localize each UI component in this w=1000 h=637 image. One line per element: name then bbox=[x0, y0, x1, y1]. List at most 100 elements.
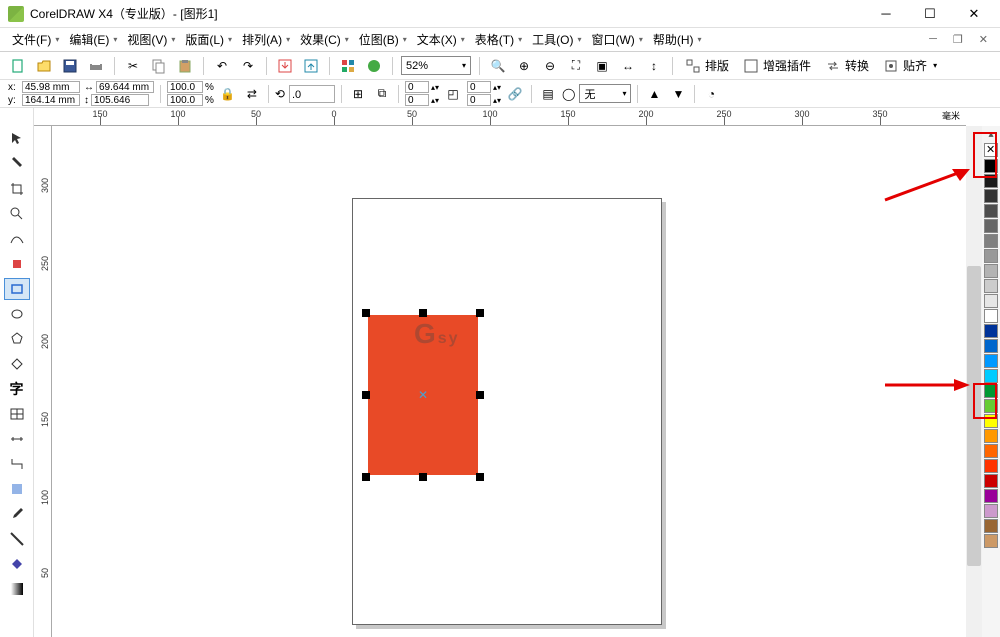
palette-scroll-up[interactable]: ▴ bbox=[982, 126, 1000, 142]
basic-shapes-tool[interactable] bbox=[4, 353, 30, 375]
menu-layout[interactable]: 版面(L)▾ bbox=[181, 29, 236, 50]
height-input[interactable]: 105.646 mm bbox=[91, 94, 149, 106]
snap-button[interactable]: 排版 bbox=[681, 57, 733, 74]
interactive-fill-tool[interactable] bbox=[4, 578, 30, 600]
connector-tool[interactable] bbox=[4, 453, 30, 475]
menu-window[interactable]: 窗口(W)▾ bbox=[587, 29, 646, 50]
x-input[interactable]: 45.98 mm bbox=[22, 81, 80, 93]
freehand-tool[interactable] bbox=[4, 228, 30, 250]
convert-button[interactable]: 转换 bbox=[821, 57, 873, 74]
window-close-button[interactable]: ✕ bbox=[952, 0, 996, 28]
menu-tools[interactable]: 工具(O)▾ bbox=[528, 29, 585, 50]
doc-restore-button[interactable]: ❐ bbox=[949, 33, 967, 46]
handle-middle-right[interactable] bbox=[476, 391, 484, 399]
lock-ratio-icon[interactable]: 🔒 bbox=[218, 84, 238, 104]
scale-x-input[interactable]: 100.0 bbox=[167, 81, 203, 93]
window-maximize-button[interactable]: ☐ bbox=[908, 0, 952, 28]
handle-top-middle[interactable] bbox=[419, 309, 427, 317]
corner-rows-input[interactable]: 0 bbox=[405, 94, 429, 106]
eyedropper-tool[interactable] bbox=[4, 503, 30, 525]
align-distribute-icon[interactable]: ⊞ bbox=[348, 84, 368, 104]
color-swatch-0[interactable] bbox=[984, 159, 998, 173]
color-swatch-23[interactable] bbox=[984, 504, 998, 518]
export-icon[interactable] bbox=[301, 56, 321, 76]
color-swatch-21[interactable] bbox=[984, 474, 998, 488]
color-swatch-10[interactable] bbox=[984, 309, 998, 323]
scale-y-input[interactable]: 100.0 bbox=[167, 94, 203, 106]
window-minimize-button[interactable]: ─ bbox=[864, 0, 908, 28]
paste-icon[interactable] bbox=[175, 56, 195, 76]
apps-icon[interactable] bbox=[338, 56, 358, 76]
corner-cols2-input[interactable]: 0 bbox=[467, 81, 491, 93]
rounded-lock-icon[interactable]: 🔗 bbox=[505, 84, 525, 104]
doc-minimize-button[interactable]: ─ bbox=[925, 33, 941, 46]
zoom-in-icon[interactable]: ⊕ bbox=[514, 56, 534, 76]
table-tool[interactable] bbox=[4, 403, 30, 425]
horizontal-ruler[interactable]: 15010050050100150200250300350 毫米 bbox=[34, 108, 966, 126]
zoom-height-icon[interactable]: ↕ bbox=[644, 56, 664, 76]
color-swatch-4[interactable] bbox=[984, 219, 998, 233]
color-swatch-15[interactable] bbox=[984, 384, 998, 398]
handle-middle-left[interactable] bbox=[362, 391, 370, 399]
rotation-input[interactable]: .0 bbox=[289, 85, 335, 103]
color-swatch-2[interactable] bbox=[984, 189, 998, 203]
zoom-width-icon[interactable]: ↔ bbox=[618, 56, 638, 76]
zoom-level-select[interactable]: 52%▾ bbox=[401, 56, 471, 75]
rectangle-tool[interactable] bbox=[4, 278, 30, 300]
vertical-scrollbar[interactable] bbox=[966, 126, 982, 637]
print-icon[interactable] bbox=[86, 56, 106, 76]
color-swatch-18[interactable] bbox=[984, 429, 998, 443]
convert-curves-icon[interactable]: ◔ bbox=[701, 84, 721, 104]
open-icon[interactable] bbox=[34, 56, 54, 76]
color-swatch-3[interactable] bbox=[984, 204, 998, 218]
corner-type-icon[interactable]: ◰ bbox=[443, 84, 463, 104]
handle-bottom-left[interactable] bbox=[362, 473, 370, 481]
handle-top-left[interactable] bbox=[362, 309, 370, 317]
undo-icon[interactable]: ↶ bbox=[212, 56, 232, 76]
copy-icon[interactable] bbox=[149, 56, 169, 76]
color-swatch-12[interactable] bbox=[984, 339, 998, 353]
polygon-tool[interactable] bbox=[4, 328, 30, 350]
save-icon[interactable] bbox=[60, 56, 80, 76]
wrap-text-icon[interactable]: ▤ bbox=[538, 84, 558, 104]
color-swatch-6[interactable] bbox=[984, 249, 998, 263]
new-doc-icon[interactable] bbox=[8, 56, 28, 76]
color-swatch-11[interactable] bbox=[984, 324, 998, 338]
no-fill-swatch[interactable] bbox=[984, 143, 998, 157]
align-button[interactable]: 贴齐▾ bbox=[879, 57, 941, 74]
import-icon[interactable] bbox=[275, 56, 295, 76]
color-swatch-7[interactable] bbox=[984, 264, 998, 278]
color-swatch-24[interactable] bbox=[984, 519, 998, 533]
menu-text[interactable]: 文本(X)▾ bbox=[413, 29, 469, 50]
cut-icon[interactable]: ✂ bbox=[123, 56, 143, 76]
zoom-tool-icon[interactable]: 🔍 bbox=[488, 56, 508, 76]
crop-tool[interactable] bbox=[4, 178, 30, 200]
vertical-scroll-thumb[interactable] bbox=[967, 266, 981, 566]
outline-width-select[interactable]: 无▾ bbox=[579, 84, 631, 103]
smart-fill-tool[interactable] bbox=[4, 253, 30, 275]
shape-tool[interactable] bbox=[4, 153, 30, 175]
enhance-button[interactable]: 增强插件 bbox=[739, 57, 815, 74]
color-swatch-17[interactable] bbox=[984, 414, 998, 428]
pick-tool[interactable] bbox=[4, 128, 30, 150]
color-swatch-22[interactable] bbox=[984, 489, 998, 503]
menu-effects[interactable]: 效果(C)▾ bbox=[296, 29, 353, 50]
menu-file[interactable]: 文件(F)▾ bbox=[8, 29, 63, 50]
menu-view[interactable]: 视图(V)▾ bbox=[123, 29, 179, 50]
welcome-icon[interactable] bbox=[364, 56, 384, 76]
order-icon[interactable]: ⧉ bbox=[372, 84, 392, 104]
corner-cols-input[interactable]: 0 bbox=[405, 81, 429, 93]
corner-rows2-input[interactable]: 0 bbox=[467, 94, 491, 106]
ellipse-tool[interactable] bbox=[4, 303, 30, 325]
dimension-tool[interactable] bbox=[4, 428, 30, 450]
color-swatch-1[interactable] bbox=[984, 174, 998, 188]
color-swatch-25[interactable] bbox=[984, 534, 998, 548]
color-swatch-13[interactable] bbox=[984, 354, 998, 368]
color-swatch-20[interactable] bbox=[984, 459, 998, 473]
to-back-icon[interactable]: ▼ bbox=[668, 84, 688, 104]
color-swatch-5[interactable] bbox=[984, 234, 998, 248]
zoom-out-icon[interactable]: ⊖ bbox=[540, 56, 560, 76]
text-tool[interactable]: 字 bbox=[4, 378, 30, 400]
to-front-icon[interactable]: ▲ bbox=[644, 84, 664, 104]
vertical-ruler[interactable]: 30025020015010050 bbox=[34, 126, 52, 637]
